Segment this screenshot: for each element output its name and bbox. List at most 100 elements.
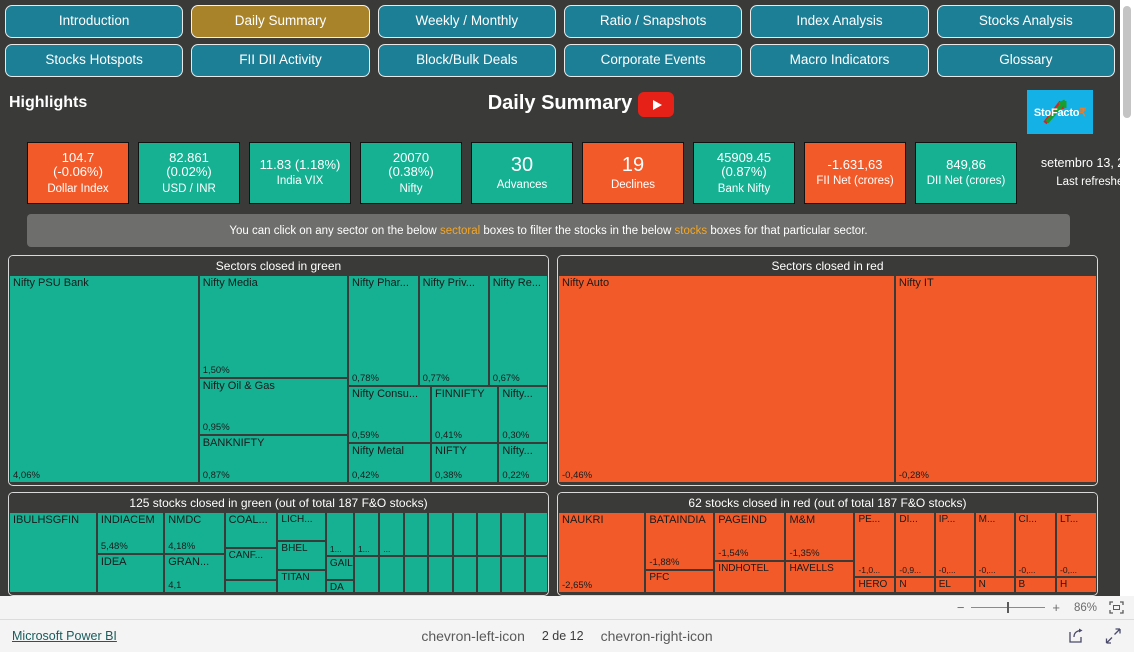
- treemap-cell[interactable]: BHEL: [277, 541, 326, 571]
- treemap-cell[interactable]: [353, 555, 380, 593]
- treemap-cell[interactable]: PAGEIND -1,54%: [714, 512, 786, 561]
- powerbi-brand-link[interactable]: Microsoft Power BI: [12, 629, 117, 643]
- treemap-cell[interactable]: Nifty... 0,30%: [498, 386, 548, 444]
- treemap-cell[interactable]: GAIL: [325, 555, 354, 581]
- kpi-card-nifty[interactable]: 20070 (0.38%) Nifty: [360, 142, 462, 204]
- treemap-cell[interactable]: BATAINDIA -1,88%: [645, 512, 715, 571]
- treemap-cell[interactable]: [428, 512, 453, 556]
- treemap-cell[interactable]: [224, 580, 278, 593]
- treemap-cell[interactable]: Nifty Media 1,50%: [198, 275, 349, 378]
- treemap-cell[interactable]: Nifty Metal 0,42%: [348, 443, 432, 483]
- treemap-cell[interactable]: DA: [325, 580, 354, 593]
- fit-to-page-icon[interactable]: [1109, 601, 1124, 614]
- play-video-button[interactable]: [638, 92, 674, 117]
- nav-tab-corporate-events[interactable]: Corporate Events: [563, 44, 743, 77]
- treemap-cell[interactable]: Nifty Priv... 0,77%: [418, 275, 489, 387]
- treemap-cell[interactable]: NIFTY 0,38%: [431, 443, 499, 483]
- treemap-cell[interactable]: NMDC 4,18%: [164, 512, 225, 555]
- treemap-cell[interactable]: PE... -1,0...: [854, 512, 896, 577]
- nav-tab-stocks-analysis[interactable]: Stocks Analysis: [936, 5, 1115, 38]
- treemap-cell[interactable]: Nifty Consu... 0,59%: [348, 386, 432, 444]
- kpi-card-fii-net-crores[interactable]: -1.631,63 FII Net (crores): [804, 142, 906, 204]
- sectors-red-treemap[interactable]: Nifty Auto -0,46% Nifty IT -0,28%: [558, 275, 1097, 483]
- treemap-cell[interactable]: [428, 555, 453, 593]
- nav-tab-weekly-monthly[interactable]: Weekly / Monthly: [377, 5, 556, 38]
- treemap-cell[interactable]: TITAN: [277, 570, 326, 593]
- zoom-slider[interactable]: [971, 602, 1046, 613]
- nav-tab-introduction[interactable]: Introduction: [5, 5, 184, 38]
- treemap-cell[interactable]: NAUKRI -2,65%: [558, 512, 646, 593]
- sectors-green-treemap[interactable]: Nifty PSU Bank 4,06% Nifty Media 1,50% Nifty…: [9, 275, 548, 483]
- treemap-cell[interactable]: COAL...: [224, 512, 278, 548]
- zoom-out-button[interactable]: −: [957, 600, 965, 615]
- stocks-red-treemap[interactable]: NAUKRI -2,65% BATAINDIA -1,88% PFC PAGEIND -1,…: [558, 512, 1097, 593]
- treemap-cell[interactable]: [524, 555, 548, 593]
- treemap-cell[interactable]: Nifty Oil & Gas 0,95%: [198, 377, 349, 435]
- kpi-card-india-vix[interactable]: 11.83 (1.18%) India VIX: [249, 142, 351, 204]
- scrollbar-thumb[interactable]: [1123, 6, 1131, 118]
- treemap-cell[interactable]: IBULHSGFIN: [9, 512, 97, 593]
- treemap-cell[interactable]: M... -0,...: [974, 512, 1015, 577]
- treemap-cell[interactable]: [452, 512, 477, 556]
- treemap-cell[interactable]: INDIACEM 5,48%: [96, 512, 165, 555]
- treemap-cell[interactable]: [476, 512, 502, 556]
- treemap-cell[interactable]: [476, 555, 502, 593]
- treemap-cell[interactable]: [501, 512, 525, 556]
- treemap-cell[interactable]: HERO: [854, 576, 896, 593]
- treemap-cell[interactable]: N: [974, 576, 1015, 593]
- treemap-cell[interactable]: H: [1056, 576, 1097, 593]
- treemap-cell[interactable]: [452, 555, 477, 593]
- nav-tab-block-bulk-deals[interactable]: Block/Bulk Deals: [377, 44, 556, 77]
- kpi-card-advances[interactable]: 30 Advances: [471, 142, 573, 204]
- next-page-button[interactable]: chevron-right-icon: [601, 628, 713, 644]
- treemap-cell[interactable]: LICH...: [277, 512, 326, 542]
- treemap-cell[interactable]: ...: [379, 512, 405, 556]
- nav-tab-macro-indicators[interactable]: Macro Indicators: [750, 44, 929, 77]
- treemap-cell[interactable]: CANF...: [224, 547, 278, 581]
- treemap-cell[interactable]: N: [895, 576, 935, 593]
- treemap-cell[interactable]: Nifty PSU Bank 4,06%: [9, 275, 199, 483]
- treemap-cell[interactable]: LT... -0,...: [1056, 512, 1097, 577]
- treemap-cell[interactable]: EL: [934, 576, 975, 593]
- vertical-scrollbar[interactable]: [1120, 0, 1134, 596]
- previous-page-button[interactable]: chevron-left-icon: [421, 628, 525, 644]
- treemap-cell[interactable]: [404, 555, 429, 593]
- treemap-cell[interactable]: 1...: [325, 512, 354, 556]
- treemap-cell[interactable]: M&M -1,35%: [785, 512, 855, 561]
- treemap-cell[interactable]: INDHOTEL: [714, 560, 786, 593]
- treemap-cell[interactable]: BANKNIFTY 0,87%: [198, 434, 349, 483]
- kpi-card-declines[interactable]: 19 Declines: [582, 142, 684, 204]
- nav-tab-index-analysis[interactable]: Index Analysis: [750, 5, 929, 38]
- nav-tab-stocks-hotspots[interactable]: Stocks Hotspots: [5, 44, 184, 77]
- treemap-cell[interactable]: Nifty... 0,22%: [498, 443, 548, 483]
- treemap-cell[interactable]: DI... -0,9...: [895, 512, 935, 577]
- treemap-cell[interactable]: Nifty Re... 0,67%: [488, 275, 548, 387]
- treemap-cell[interactable]: [404, 512, 429, 556]
- kpi-card-bank-nifty[interactable]: 45909.45 (0.87%) Bank Nifty: [693, 142, 795, 204]
- treemap-cell[interactable]: FINNIFTY 0,41%: [431, 386, 499, 444]
- stocks-green-treemap[interactable]: IBULHSGFIN INDIACEM 5,48% IDEA NMDC 4,18% GRAN…: [9, 512, 548, 593]
- nav-tab-daily-summary[interactable]: Daily Summary: [191, 5, 370, 38]
- treemap-cell[interactable]: Nifty Auto -0,46%: [558, 275, 895, 483]
- kpi-card-dollar-index[interactable]: 104.7 (-0.06%) Dollar Index: [27, 142, 129, 204]
- treemap-cell[interactable]: [501, 555, 525, 593]
- treemap-cell[interactable]: HAVELLS: [785, 560, 855, 593]
- treemap-cell[interactable]: Nifty IT -0,28%: [894, 275, 1097, 483]
- treemap-cell[interactable]: [379, 555, 405, 593]
- kpi-card-usd-inr[interactable]: 82.861 (0.02%) USD / INR: [138, 142, 240, 204]
- zoom-slider-handle[interactable]: [1007, 602, 1010, 613]
- treemap-cell[interactable]: Nifty Phar... 0,78%: [348, 275, 419, 387]
- fullscreen-icon[interactable]: [1105, 628, 1122, 644]
- treemap-cell[interactable]: GRAN... 4,1: [164, 554, 225, 593]
- zoom-in-button[interactable]: +: [1052, 600, 1060, 615]
- treemap-cell[interactable]: 1...: [353, 512, 380, 556]
- treemap-cell[interactable]: CI... -0,...: [1014, 512, 1057, 577]
- treemap-cell[interactable]: PFC: [645, 570, 715, 593]
- nav-tab-glossary[interactable]: Glossary: [936, 44, 1115, 77]
- kpi-card-dii-net-crores[interactable]: 849,86 DII Net (crores): [915, 142, 1017, 204]
- treemap-cell[interactable]: B: [1014, 576, 1057, 593]
- treemap-cell[interactable]: IP... -0,...: [934, 512, 975, 577]
- treemap-cell[interactable]: IDEA: [96, 554, 165, 593]
- nav-tab-fii-dii-activity[interactable]: FII DII Activity: [191, 44, 370, 77]
- treemap-cell[interactable]: [524, 512, 548, 556]
